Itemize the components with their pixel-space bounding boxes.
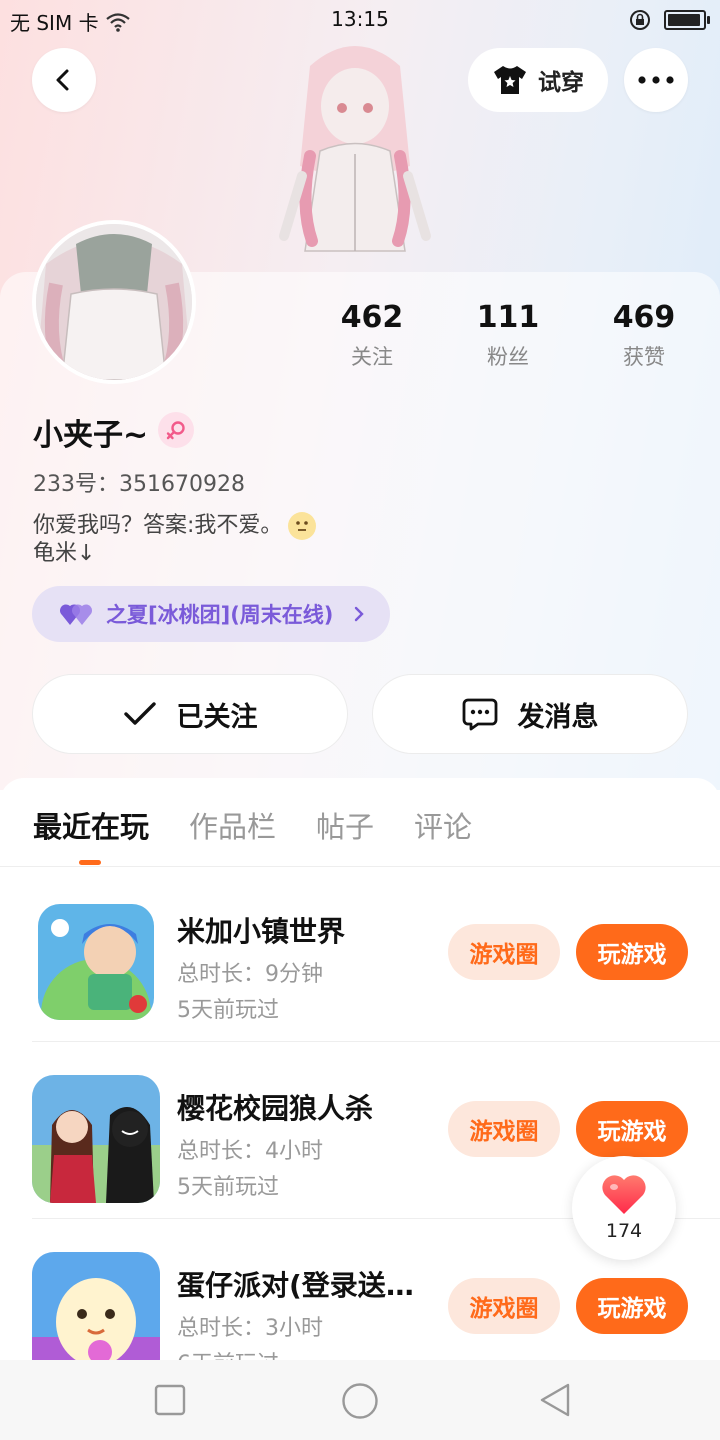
group-label: 之夏[冰桃团](周末在线) xyxy=(106,603,334,627)
more-button[interactable] xyxy=(624,48,688,112)
tab-recently-played[interactable]: 最近在玩 xyxy=(33,804,149,846)
rotation-lock-icon xyxy=(630,10,650,30)
tshirt-icon xyxy=(494,66,526,94)
bio: 你爱我吗？答案:我不爱。 龟米↓ xyxy=(33,512,317,568)
heart-icon xyxy=(602,1175,646,1214)
battery-level xyxy=(668,14,701,26)
tab-posts[interactable]: 帖子 xyxy=(316,804,374,846)
stat-fans[interactable]: 111 粉丝 xyxy=(438,300,578,371)
user-id: 233号：351670928 xyxy=(33,472,245,497)
stat-fans-label: 粉丝 xyxy=(487,345,529,369)
game-last-played: 5天前玩过 xyxy=(177,998,279,1023)
stat-following-label: 关注 xyxy=(351,345,393,369)
game-circle-button[interactable]: 游戏圈 xyxy=(448,1278,560,1334)
status-bar: 无 SIM 卡 13:15 xyxy=(0,0,720,38)
more-dots-icon xyxy=(638,76,674,84)
play-game-button[interactable]: 玩游戏 xyxy=(576,924,688,980)
stat-likes-label: 获赞 xyxy=(623,345,665,369)
stat-likes[interactable]: 469 获赞 xyxy=(574,300,714,371)
status-time: 13:15 xyxy=(331,7,389,31)
content-panel: 最近在玩 作品栏 帖子 评论 米加小镇世界 总时长：9分钟 5天前玩过 游戏圈 … xyxy=(0,778,720,1360)
tab-bar: 最近在玩 作品栏 帖子 评论 xyxy=(0,778,720,867)
tab-works[interactable]: 作品栏 xyxy=(189,804,276,846)
game-last-played: 5天前玩过 xyxy=(177,1175,279,1200)
chevron-right-icon xyxy=(355,606,365,622)
try-on-button[interactable]: 试穿 xyxy=(468,48,608,112)
bio-line-2: 龟米↓ xyxy=(33,541,96,566)
game-name: 蛋仔派对(登录送露... xyxy=(177,1269,437,1302)
back-triangle-icon[interactable] xyxy=(538,1382,572,1418)
following-label: 已关注 xyxy=(176,701,258,733)
message-bubble-icon xyxy=(462,698,497,731)
stat-following[interactable]: 462 关注 xyxy=(302,300,442,371)
recent-apps-icon[interactable] xyxy=(154,1384,186,1416)
tab-comments[interactable]: 评论 xyxy=(414,804,472,846)
game-row[interactable]: 米加小镇世界 总时长：9分钟 5天前玩过 游戏圈 玩游戏 xyxy=(32,866,720,1042)
avatar-character-figure xyxy=(279,46,431,252)
avatar-image xyxy=(36,224,192,380)
stat-fans-value: 111 xyxy=(476,300,540,335)
group-heart-icon xyxy=(60,604,93,625)
stat-following-value: 462 xyxy=(340,300,404,335)
back-arrow-icon xyxy=(56,69,69,91)
speechless-emoji-icon xyxy=(288,512,317,540)
play-game-button[interactable]: 玩游戏 xyxy=(576,1101,688,1157)
game-icon-miga-town xyxy=(38,904,154,1020)
game-duration: 总时长：3小时 xyxy=(177,1316,323,1341)
game-icon-sakura-werewolf xyxy=(32,1075,160,1203)
divider xyxy=(32,1041,720,1042)
avatar[interactable] xyxy=(32,220,196,384)
female-gender-icon xyxy=(158,412,194,448)
game-name: 樱花校园狼人杀 xyxy=(177,1092,374,1125)
back-button[interactable] xyxy=(32,48,96,112)
following-button[interactable]: 已关注 xyxy=(32,674,348,754)
username: 小夹子~ xyxy=(33,418,149,453)
like-count: 174 xyxy=(605,1220,643,1242)
like-float-button[interactable]: 174 xyxy=(572,1156,676,1260)
system-navigation-bar xyxy=(0,1360,720,1440)
game-duration: 总时长：9分钟 xyxy=(177,962,323,987)
bio-line-1: 你爱我吗？答案:我不爱。 xyxy=(33,513,283,538)
play-game-button[interactable]: 玩游戏 xyxy=(576,1278,688,1334)
group-badge[interactable]: 之夏[冰桃团](周末在线) xyxy=(32,586,390,642)
try-on-label: 试穿 xyxy=(538,70,584,96)
game-circle-button[interactable]: 游戏圈 xyxy=(448,1101,560,1157)
send-message-button[interactable]: 发消息 xyxy=(372,674,688,754)
send-message-label: 发消息 xyxy=(517,701,599,733)
game-name: 米加小镇世界 xyxy=(177,915,346,948)
game-last-played: 6天前玩过 xyxy=(177,1346,279,1360)
home-icon[interactable] xyxy=(341,1382,379,1420)
stat-likes-value: 469 xyxy=(612,300,676,335)
game-duration: 总时长：4小时 xyxy=(177,1139,323,1164)
active-tab-indicator xyxy=(79,860,101,865)
checkmark-icon xyxy=(123,702,156,725)
game-circle-button[interactable]: 游戏圈 xyxy=(448,924,560,980)
game-icon-eggy-party xyxy=(32,1252,160,1360)
battery-icon xyxy=(664,10,710,30)
